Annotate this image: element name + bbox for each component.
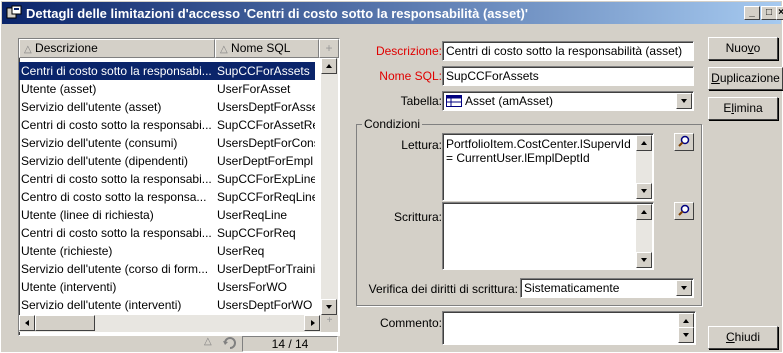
commento-label: Commento: xyxy=(379,316,442,330)
list-status-bar: △ 14 / 14 xyxy=(18,336,340,352)
descrizione-field[interactable]: Centri di costo sotto la responsabilità … xyxy=(442,41,694,61)
refresh-icon[interactable] xyxy=(222,336,238,351)
column-header-descrizione[interactable]: △ Descrizione xyxy=(19,39,215,58)
nuovo-button[interactable]: Nuovo xyxy=(708,37,778,60)
scroll-down-button[interactable] xyxy=(678,327,694,343)
list-item[interactable]: Servizio dell'utente (corso di form... Us… xyxy=(19,260,315,278)
nome-sql-label: Nome SQL: xyxy=(379,69,442,83)
title-bar[interactable]: Dettagli delle limitazioni d'accesso 'Ce… xyxy=(2,2,781,24)
maximize-button[interactable]: □ xyxy=(761,6,777,20)
search-icon xyxy=(678,135,690,147)
nome-sql-field[interactable]: SupCCForAssets xyxy=(442,66,694,86)
scroll-right-button[interactable] xyxy=(304,315,320,331)
tabella-dropdown-button[interactable] xyxy=(676,93,692,109)
column-chooser-button[interactable]: + xyxy=(319,39,339,58)
minimize-button[interactable]: _ xyxy=(744,6,760,20)
scrittura-scrollbar[interactable] xyxy=(636,204,652,268)
verifica-label: Verifica dei diritti di scrittura: xyxy=(368,282,518,296)
commento-textarea[interactable] xyxy=(442,311,696,345)
list-item[interactable]: Servizio dell'utente (interventi) UsersDe… xyxy=(19,296,315,314)
column-chooser-button[interactable]: + xyxy=(321,315,338,332)
list-item[interactable]: Utente (asset) UserForAsset xyxy=(19,80,315,98)
scroll-up-button[interactable] xyxy=(321,58,337,74)
lettura-label: Lettura: xyxy=(401,138,442,152)
scroll-left-button[interactable] xyxy=(19,315,35,331)
close-button[interactable]: × xyxy=(776,6,783,20)
sort-icon: △ xyxy=(220,44,228,55)
lettura-textarea[interactable]: PortfolioItem.CostCenter.lSupervId = Cur… xyxy=(442,133,654,201)
scroll-up-button[interactable] xyxy=(636,135,652,151)
sort-icon: △ xyxy=(204,336,212,347)
chiudi-button[interactable]: Chiudi xyxy=(708,326,778,349)
list-item[interactable]: Servizio dell'utente (asset) UsersDeptFor… xyxy=(19,98,315,116)
access-restriction-list[interactable]: △ Descrizione △ Nome SQL + Centri di cos… xyxy=(18,38,340,336)
record-counter: 14 / 14 xyxy=(242,336,338,352)
vertical-scrollbar[interactable] xyxy=(321,58,338,315)
tabella-select[interactable]: Asset (amAsset) xyxy=(442,91,694,111)
scroll-down-button[interactable] xyxy=(636,252,652,268)
list-item[interactable]: Servizio dell'utente (dipendenti) UserDep… xyxy=(19,152,315,170)
lettura-scrollbar[interactable] xyxy=(636,135,652,199)
scroll-down-button[interactable] xyxy=(321,299,337,315)
lettura-query-button[interactable] xyxy=(674,133,694,151)
list-item[interactable]: Utente (interventi) UsersForWO xyxy=(19,278,315,296)
tabella-label: Tabella: xyxy=(400,94,442,108)
table-icon xyxy=(446,95,462,107)
list-item[interactable]: Servizio dell'utente (consumi) UsersDeptF… xyxy=(19,134,315,152)
descrizione-label: Descrizione: xyxy=(375,44,442,58)
commento-scrollbar[interactable] xyxy=(678,313,694,343)
condizioni-label: Condizioni xyxy=(362,117,423,131)
list-item[interactable]: Centri di costo sotto la responsabi... Su… xyxy=(19,62,315,80)
list-item[interactable]: Utente (richieste) UserReq xyxy=(19,242,315,260)
scrittura-query-button[interactable] xyxy=(674,202,694,220)
scrittura-textarea[interactable] xyxy=(442,202,654,270)
scroll-down-button[interactable] xyxy=(636,183,652,199)
list-rows: Centri di costo sotto la responsabi... Su… xyxy=(19,58,321,315)
horizontal-scrollbar[interactable] xyxy=(19,315,321,332)
scroll-thumb[interactable] xyxy=(35,315,95,331)
scrittura-label: Scrittura: xyxy=(393,210,442,224)
list-item[interactable]: Utente (linee di richiesta) UserReqLine xyxy=(19,206,315,224)
app-icon xyxy=(6,5,22,19)
sort-icon: △ xyxy=(24,44,32,55)
duplicazione-button[interactable]: Duplicazione xyxy=(708,67,783,90)
list-item[interactable]: Centri di costo sotto la responsabi... Su… xyxy=(19,224,315,242)
column-header-nome-sql[interactable]: △ Nome SQL xyxy=(215,39,319,58)
list-item[interactable]: Centri di costo sotto la responsabi... Su… xyxy=(19,170,315,188)
list-item[interactable]: Centro di costo sotto la responsa... SupC… xyxy=(19,188,315,206)
elimina-button[interactable]: Elimina xyxy=(708,97,778,120)
window-title: Dettagli delle limitazioni d'accesso 'Ce… xyxy=(26,6,528,21)
list-item[interactable]: Centri di costo sotto la responsabi... Su… xyxy=(19,116,315,134)
scroll-up-button[interactable] xyxy=(636,204,652,220)
verifica-select[interactable]: Sistematicamente xyxy=(520,278,694,298)
search-icon xyxy=(678,204,690,216)
verifica-dropdown-button[interactable] xyxy=(676,280,692,296)
